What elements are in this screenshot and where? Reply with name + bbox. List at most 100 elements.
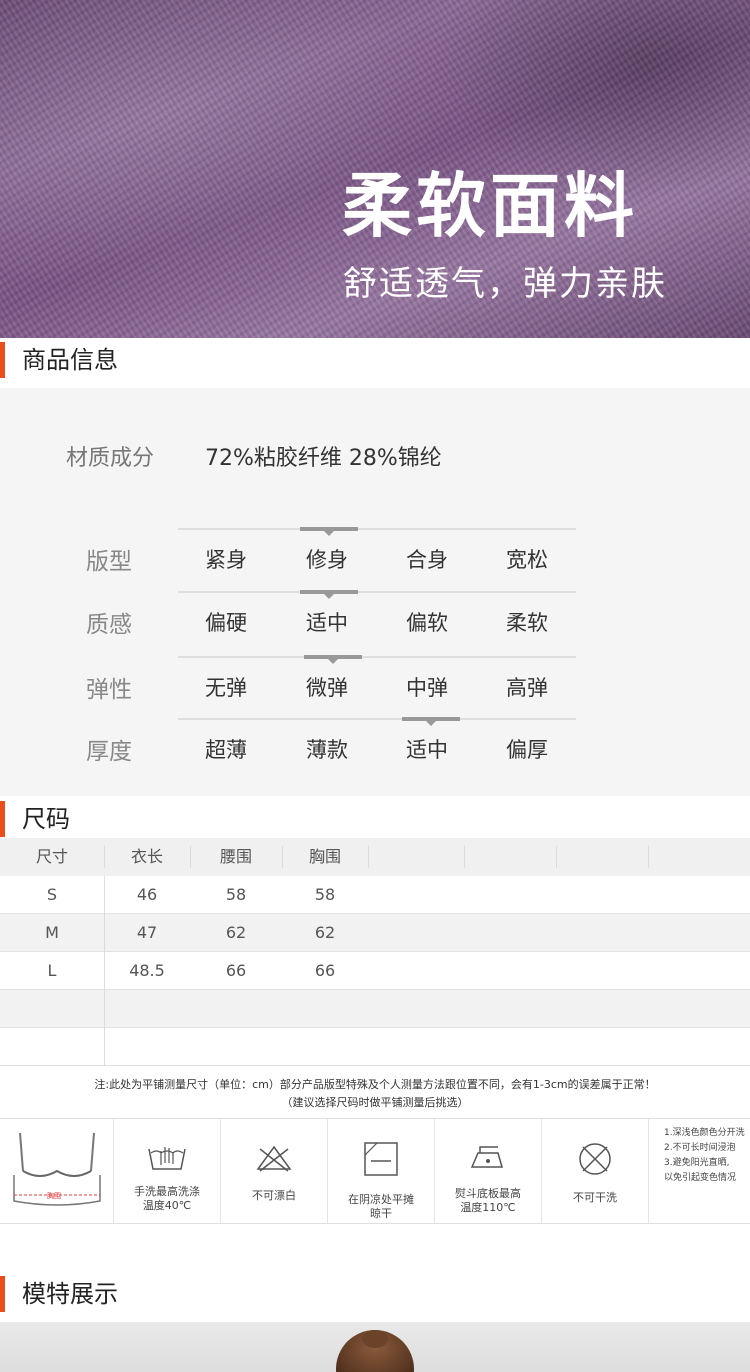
- table-row: M 47 62 62: [0, 914, 750, 952]
- attribute-selected-marker: [402, 717, 460, 726]
- attribute-option: 无弹: [205, 676, 247, 700]
- table-row-empty: [0, 1028, 750, 1066]
- care-item: 不可漂白: [221, 1119, 328, 1223]
- waist-cell: 62: [225, 923, 247, 942]
- header-divider: [368, 846, 369, 868]
- waist-cell: 58: [225, 885, 247, 904]
- measurement-advice: （建议选择尺码时做平铺测量后挑选）: [281, 1096, 469, 1109]
- size-table-header: 尺寸 衣长 腰围 胸围: [0, 838, 750, 876]
- header-divider: [282, 846, 283, 868]
- care-item: 在阴凉处平摊 晾干: [328, 1119, 435, 1223]
- section-accent-bar: [0, 1276, 5, 1312]
- chest-cell: 66: [314, 961, 336, 980]
- column-divider: [104, 876, 105, 1066]
- length-cell: 48.5: [129, 961, 165, 980]
- no-bleach-icon: [256, 1145, 292, 1172]
- section-accent-bar: [0, 342, 5, 378]
- chest-cell: 62: [314, 923, 336, 942]
- attribute-selected-marker: [300, 527, 358, 536]
- attribute-label: 质感: [86, 612, 132, 638]
- care-text: 温度40℃: [142, 1199, 192, 1212]
- care-item: 熨斗底板最高 温度110℃: [435, 1119, 542, 1223]
- header-divider: [556, 846, 557, 868]
- iron-icon: [470, 1146, 503, 1168]
- table-row-empty: [0, 990, 750, 1028]
- attribute-option: 适中: [406, 738, 448, 762]
- section-title-product-info: 商品信息: [22, 346, 118, 374]
- attribute-option: 偏厚: [506, 738, 548, 762]
- attribute-label: 弹性: [86, 677, 132, 703]
- table-row: S 46 58 58: [0, 876, 750, 914]
- section-header-model: 模特展示: [0, 1272, 750, 1316]
- header-divider: [104, 846, 105, 868]
- care-tip: 2.不可长时间浸泡: [664, 1143, 736, 1153]
- attribute-selected-marker: [300, 590, 358, 599]
- size-cell: S: [46, 885, 58, 904]
- attribute-label: 厚度: [86, 739, 132, 765]
- attribute-option: 超薄: [205, 738, 247, 762]
- attribute-option: 柔软: [506, 611, 548, 635]
- header-size: 尺寸: [35, 847, 68, 866]
- section-accent-bar: [0, 801, 5, 837]
- attribute-selected-marker: [304, 655, 362, 664]
- attribute-option: 薄款: [306, 738, 348, 762]
- care-text: 熨斗底板最高: [455, 1187, 521, 1200]
- waist-cell: 66: [225, 961, 247, 980]
- length-cell: 47: [136, 923, 158, 942]
- attribute-option: 微弹: [306, 676, 348, 700]
- hero-title: 柔软面料: [342, 165, 638, 247]
- care-item: 不可干洗: [542, 1119, 649, 1223]
- care-text: 手洗最高洗涤: [134, 1185, 200, 1198]
- section-header-size: 尺码: [0, 797, 750, 841]
- material-value: 72%粘胶纤维 28%锦纶: [205, 446, 442, 471]
- attribute-option: 中弹: [406, 676, 448, 700]
- dry-flat-shade-icon: [364, 1142, 398, 1176]
- care-tip: 1.深浅色颜色分开洗: [664, 1128, 745, 1138]
- attribute-divider: [178, 718, 576, 720]
- attribute-option: 修身: [306, 548, 348, 572]
- attribute-option: 紧身: [205, 548, 247, 572]
- section-title-model: 模特展示: [22, 1280, 118, 1308]
- header-divider: [190, 846, 191, 868]
- table-row: L 48.5 66 66: [0, 952, 750, 990]
- care-text: 在阴凉处平摊: [348, 1193, 414, 1206]
- size-cell: M: [45, 923, 59, 942]
- care-tip: 3.避免阳光直晒,: [664, 1158, 730, 1168]
- care-text: 晾干: [370, 1207, 392, 1220]
- care-text: 温度110℃: [460, 1201, 516, 1214]
- garment-diagram: 胸围: [0, 1119, 114, 1223]
- header-length: 衣长: [130, 847, 163, 866]
- header-chest: 胸围: [308, 847, 341, 866]
- care-text: 不可干洗: [573, 1191, 617, 1204]
- fabric-hero-banner: 柔软面料 舒适透气，弹力亲肤: [0, 0, 750, 340]
- attribute-option: 高弹: [506, 676, 548, 700]
- care-tip: 以免引起变色情况: [664, 1173, 737, 1183]
- chest-cell: 58: [314, 885, 336, 904]
- attribute-divider: [178, 656, 576, 658]
- attribute-label: 版型: [86, 549, 132, 575]
- attribute-option: 适中: [306, 611, 348, 635]
- length-cell: 46: [136, 885, 158, 904]
- hand-wash-icon: [148, 1147, 186, 1170]
- section-header-product-info: 商品信息: [0, 338, 750, 382]
- section-title-size: 尺码: [22, 805, 70, 833]
- header-divider: [464, 846, 465, 868]
- chest-measure-tag: 胸围: [47, 1192, 61, 1200]
- care-item: 手洗最高洗涤 温度40℃: [114, 1119, 221, 1223]
- measurement-note: 注:此处为平铺测量尺寸（单位：cm）部分产品版型特殊及个人测量方法跟位置不同，会…: [94, 1078, 656, 1091]
- attribute-option: 偏硬: [205, 611, 247, 635]
- hero-subtitle: 舒适透气，弹力亲肤: [343, 264, 667, 304]
- care-text: 不可漂白: [252, 1189, 296, 1202]
- size-cell: L: [47, 961, 57, 980]
- attribute-option: 宽松: [506, 548, 548, 572]
- header-divider: [648, 846, 649, 868]
- no-dry-clean-icon: [579, 1143, 611, 1175]
- attribute-option: 合身: [406, 548, 448, 572]
- header-waist: 腰围: [219, 847, 252, 866]
- material-label: 材质成分: [66, 446, 155, 471]
- attribute-divider: [178, 591, 576, 593]
- model-hair-bun: [362, 1330, 388, 1348]
- attribute-divider: [178, 528, 576, 530]
- care-instructions-strip: 胸围 手洗最高洗涤 温度40℃ 不可漂白 在阴凉处平摊 晾干 熨斗底板最高 温度…: [0, 1118, 750, 1224]
- product-info-panel: 材质成分 72%粘胶纤维 28%锦纶 版型 紧身 修身 合身 宽松 质感 偏硬 适中 偏软 柔软弹…: [0, 388, 750, 796]
